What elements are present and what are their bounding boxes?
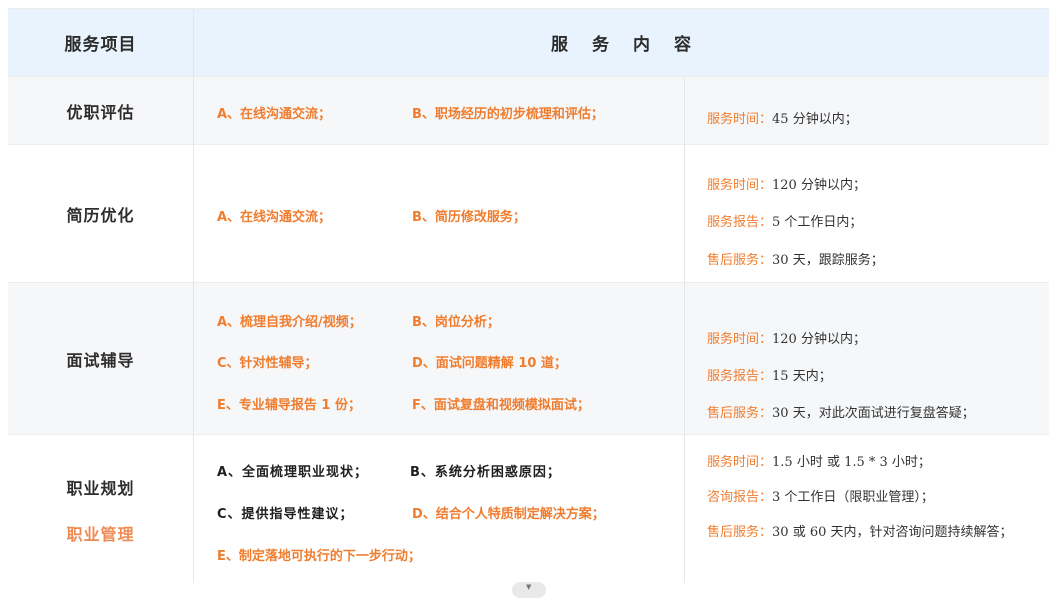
service-item: C、提供指导性建议； [217,507,354,522]
info-line: 服务报告：5 个工作日内； [707,215,863,230]
info-line: 咨询报告：3 个工作日（限职业管理）； [707,490,934,505]
info-line: 售后服务：30 天，跟踪服务； [707,253,884,268]
column-divider [193,9,194,583]
row-category: 简历优化 [66,206,135,225]
service-item: F、面试复盘和视频模拟面试； [412,398,590,413]
header-service-content: 服务内容 [551,35,715,55]
info-line: 服务报告：15 天内； [707,369,832,384]
row-category: 职业规划 职业管理 [66,478,135,544]
info-line: 服务时间：1.5 小时 或 1.5 * 3 小时； [707,455,931,470]
table-row: 面试辅导 A、梳理自我介绍/视频； B、岗位分析； C、针对性辅导； D、面试问… [8,282,1049,435]
info-line: 售后服务：30 天，对此次面试进行复盘答疑； [707,406,975,421]
service-item: A、全面梳理职业现状； [217,465,369,480]
row-category: 面试辅导 [66,351,135,370]
scroll-down-button[interactable]: ▼ [512,582,546,598]
service-item: D、面试问题精解 10 道； [412,356,567,371]
service-table: 服务项目 服务内容 优职评估 A、在线沟通交流； B、职场经历的初步梳理和评估；… [8,8,1049,584]
service-item: A、梳理自我介绍/视频； [217,315,362,330]
service-item: A、在线沟通交流； [217,210,332,225]
service-item: B、简历修改服务； [412,210,526,225]
table-row: 优职评估 A、在线沟通交流； B、职场经历的初步梳理和评估； 服务时间：45 分… [8,76,1049,145]
row-category-sub: 职业管理 [66,524,135,544]
service-item: B、系统分析困惑原因； [410,465,561,480]
service-item: D、结合个人特质制定解决方案； [412,507,605,522]
info-line: 售后服务：30 或 60 天内，针对咨询问题持续解答； [707,525,1013,540]
table-row: 简历优化 A、在线沟通交流； B、简历修改服务； 服务时间：120 分钟以内； … [8,144,1049,283]
service-item: E、制定落地可执行的下一步行动； [217,549,421,564]
service-item: C、针对性辅导； [217,356,318,371]
info-line: 服务时间：120 分钟以内； [707,332,866,347]
service-item: B、职场经历的初步梳理和评估； [412,107,604,122]
info-line: 服务时间：120 分钟以内； [707,178,866,193]
table-header: 服务项目 服务内容 [8,9,1049,76]
column-divider [684,76,685,583]
header-service-item: 服务项目 [64,35,137,55]
table-row: 职业规划 职业管理 A、全面梳理职业现状； B、系统分析困惑原因； C、提供指导… [8,434,1049,584]
service-item: A、在线沟通交流； [217,107,332,122]
service-item: B、岗位分析； [412,315,500,330]
service-item: E、专业辅导报告 1 份； [217,398,361,413]
info-line: 服务时间：45 分钟以内； [707,112,858,127]
row-category: 优职评估 [66,103,135,122]
